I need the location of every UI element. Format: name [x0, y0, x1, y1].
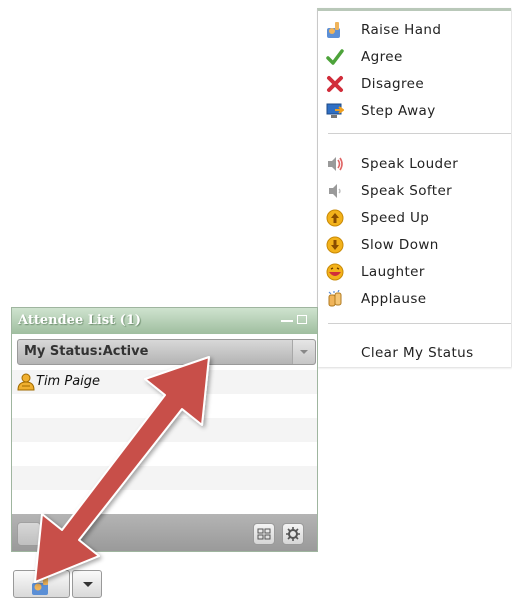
raise-hand-button[interactable]: [13, 570, 70, 598]
chevron-down-icon: [83, 582, 93, 587]
attendee-list-panel: Attendee List (1) My Status:Active Tim P…: [11, 307, 318, 552]
menu-item-applause[interactable]: Applause: [318, 286, 511, 312]
maximize-icon[interactable]: [297, 315, 307, 324]
minimize-icon[interactable]: [281, 320, 293, 322]
menu-item-label: Slow Down: [361, 237, 439, 253]
gear-icon: [286, 527, 300, 541]
list-row: [12, 418, 317, 442]
settings-button[interactable]: [282, 523, 304, 545]
my-status-dropdown[interactable]: My Status:Active: [17, 339, 316, 365]
list-row: [12, 442, 317, 466]
menu-divider: [328, 133, 511, 134]
menu-item-slow-down[interactable]: Slow Down: [318, 232, 511, 258]
menu-item-label: Speed Up: [361, 210, 430, 226]
menu-item-label: Speak Softer: [361, 183, 453, 199]
menu-item-label: Laughter: [361, 264, 425, 280]
attendee-item[interactable]: Tim Paige: [12, 370, 317, 394]
user-action-button[interactable]: [17, 522, 41, 546]
laughter-icon: [326, 263, 344, 281]
menu-item-label: Raise Hand: [361, 22, 442, 38]
checkmark-icon: [326, 49, 344, 65]
attendee-name: Tim Paige: [36, 374, 101, 389]
menu-item-speak-softer[interactable]: Speak Softer: [318, 178, 511, 204]
list-row: [12, 466, 317, 490]
my-status-label: My Status:Active: [24, 344, 149, 359]
raise-hand-icon: [327, 22, 340, 38]
menu-item-label: Agree: [361, 49, 403, 65]
chevron-down-icon: [300, 350, 308, 354]
menu-divider: [328, 323, 511, 324]
speak-louder-icon: [328, 157, 343, 171]
status-menu: Raise Hand Agree Disagree Step Away Spea…: [317, 8, 511, 367]
grid-icon: [257, 528, 271, 540]
menu-item-label: Clear My Status: [361, 345, 474, 361]
menu-item-step-away[interactable]: Step Away: [318, 98, 511, 124]
raise-hand-icon: [32, 575, 48, 595]
speak-softer-icon: [329, 184, 341, 198]
raise-hand-dropdown-button[interactable]: [72, 570, 102, 598]
slow-down-icon: [326, 236, 344, 254]
layout-options-button[interactable]: [253, 523, 275, 545]
dropdown-button[interactable]: [292, 340, 315, 364]
panel-footer: [12, 514, 317, 551]
red-x-icon: [327, 76, 343, 92]
menu-item-label: Step Away: [361, 103, 436, 119]
list-row: [12, 394, 317, 418]
host-user-icon: [17, 373, 35, 391]
menu-item-clear-status[interactable]: Clear My Status: [318, 340, 511, 366]
menu-item-laughter[interactable]: Laughter: [318, 259, 511, 285]
menu-item-disagree[interactable]: Disagree: [318, 71, 511, 97]
menu-item-label: Speak Louder: [361, 156, 459, 172]
speed-up-icon: [326, 209, 344, 227]
menu-item-label: Disagree: [361, 76, 425, 92]
menu-item-speed-up[interactable]: Speed Up: [318, 205, 511, 231]
panel-title: Attendee List (1): [18, 313, 142, 328]
applause-icon: [328, 290, 342, 307]
menu-item-label: Applause: [361, 291, 427, 307]
list-row: [12, 490, 317, 514]
menu-item-agree[interactable]: Agree: [318, 44, 511, 70]
panel-header: Attendee List (1): [12, 308, 317, 334]
menu-item-speak-louder[interactable]: Speak Louder: [318, 151, 511, 177]
menu-item-raise-hand[interactable]: Raise Hand: [318, 17, 511, 43]
step-away-icon: [326, 103, 344, 118]
